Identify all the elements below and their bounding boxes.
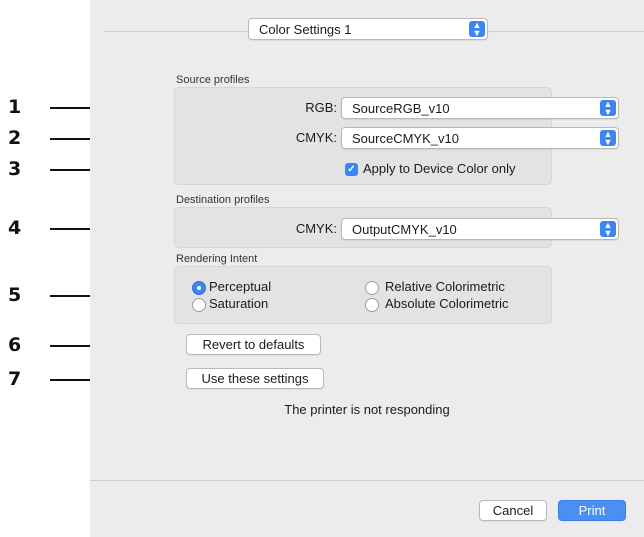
destination-cmyk-popup[interactable]: OutputCMYK_v10 ▲ ▼ — [341, 218, 619, 240]
rendering-intent-label: Rendering Intent — [176, 253, 258, 265]
source-rgb-label: RGB: — [305, 100, 337, 115]
printer-status-text: The printer is not responding — [284, 402, 450, 417]
callout-6: 6 — [8, 334, 22, 356]
callout-7: 7 — [8, 368, 22, 390]
callout-2: 2 — [8, 127, 22, 149]
destination-profiles-label: Destination profiles — [176, 194, 270, 206]
top-separator-right — [488, 31, 644, 32]
source-rgb-popup[interactable]: SourceRGB_v10 ▲ ▼ — [341, 97, 619, 119]
use-these-settings-button[interactable]: Use these settings — [186, 368, 324, 389]
popup-arrows-icon: ▲ ▼ — [600, 130, 616, 147]
print-button[interactable]: Print — [558, 500, 626, 521]
popup-arrows-icon: ▲ ▼ — [600, 221, 616, 238]
saturation-label: Saturation — [209, 296, 269, 311]
source-rgb-value: SourceRGB_v10 — [352, 101, 450, 116]
destination-profiles-group: CMYK: OutputCMYK_v10 ▲ ▼ — [174, 207, 619, 248]
absolute-colorimetric-radio[interactable] — [365, 298, 379, 312]
apply-device-color-label: Apply to Device Color only — [363, 161, 516, 176]
bottom-separator — [90, 480, 644, 481]
callout-1: 1 — [8, 96, 22, 118]
preset-popup[interactable]: Color Settings 1 ▲ ▼ — [248, 18, 488, 40]
color-settings-dialog: Color Settings 1 ▲ ▼ Source profiles RGB:… — [90, 0, 644, 537]
relative-colorimetric-radio[interactable] — [365, 281, 379, 295]
callout-4: 4 — [8, 217, 22, 239]
revert-to-defaults-button[interactable]: Revert to defaults — [186, 334, 321, 355]
source-cmyk-popup[interactable]: SourceCMYK_v10 ▲ ▼ — [341, 127, 619, 149]
popup-arrows-icon: ▲ ▼ — [600, 100, 616, 117]
absolute-colorimetric-label: Absolute Colorimetric — [385, 296, 509, 311]
saturation-radio[interactable] — [192, 298, 206, 312]
top-separator-left — [104, 31, 248, 32]
popup-arrows-icon: ▲ ▼ — [469, 21, 485, 38]
source-cmyk-value: SourceCMYK_v10 — [352, 131, 459, 146]
preset-popup-value: Color Settings 1 — [259, 22, 352, 37]
apply-device-color-checkbox[interactable]: ✓ — [345, 163, 358, 176]
destination-cmyk-value: OutputCMYK_v10 — [352, 222, 457, 237]
source-profiles-group: RGB: SourceRGB_v10 ▲ ▼ CMYK: SourceCMYK_v… — [174, 87, 619, 185]
source-profiles-label: Source profiles — [176, 74, 250, 86]
callout-3: 3 — [8, 158, 22, 180]
destination-cmyk-label: CMYK: — [295, 221, 337, 236]
callout-5: 5 — [8, 284, 22, 306]
perceptual-label: Perceptual — [209, 279, 272, 294]
cancel-button[interactable]: Cancel — [479, 500, 547, 521]
perceptual-radio[interactable] — [192, 281, 206, 295]
relative-colorimetric-label: Relative Colorimetric — [385, 279, 505, 294]
source-cmyk-label: CMYK: — [295, 130, 337, 145]
rendering-intent-group: Perceptual Relative Colorimetric Saturat… — [174, 266, 552, 324]
